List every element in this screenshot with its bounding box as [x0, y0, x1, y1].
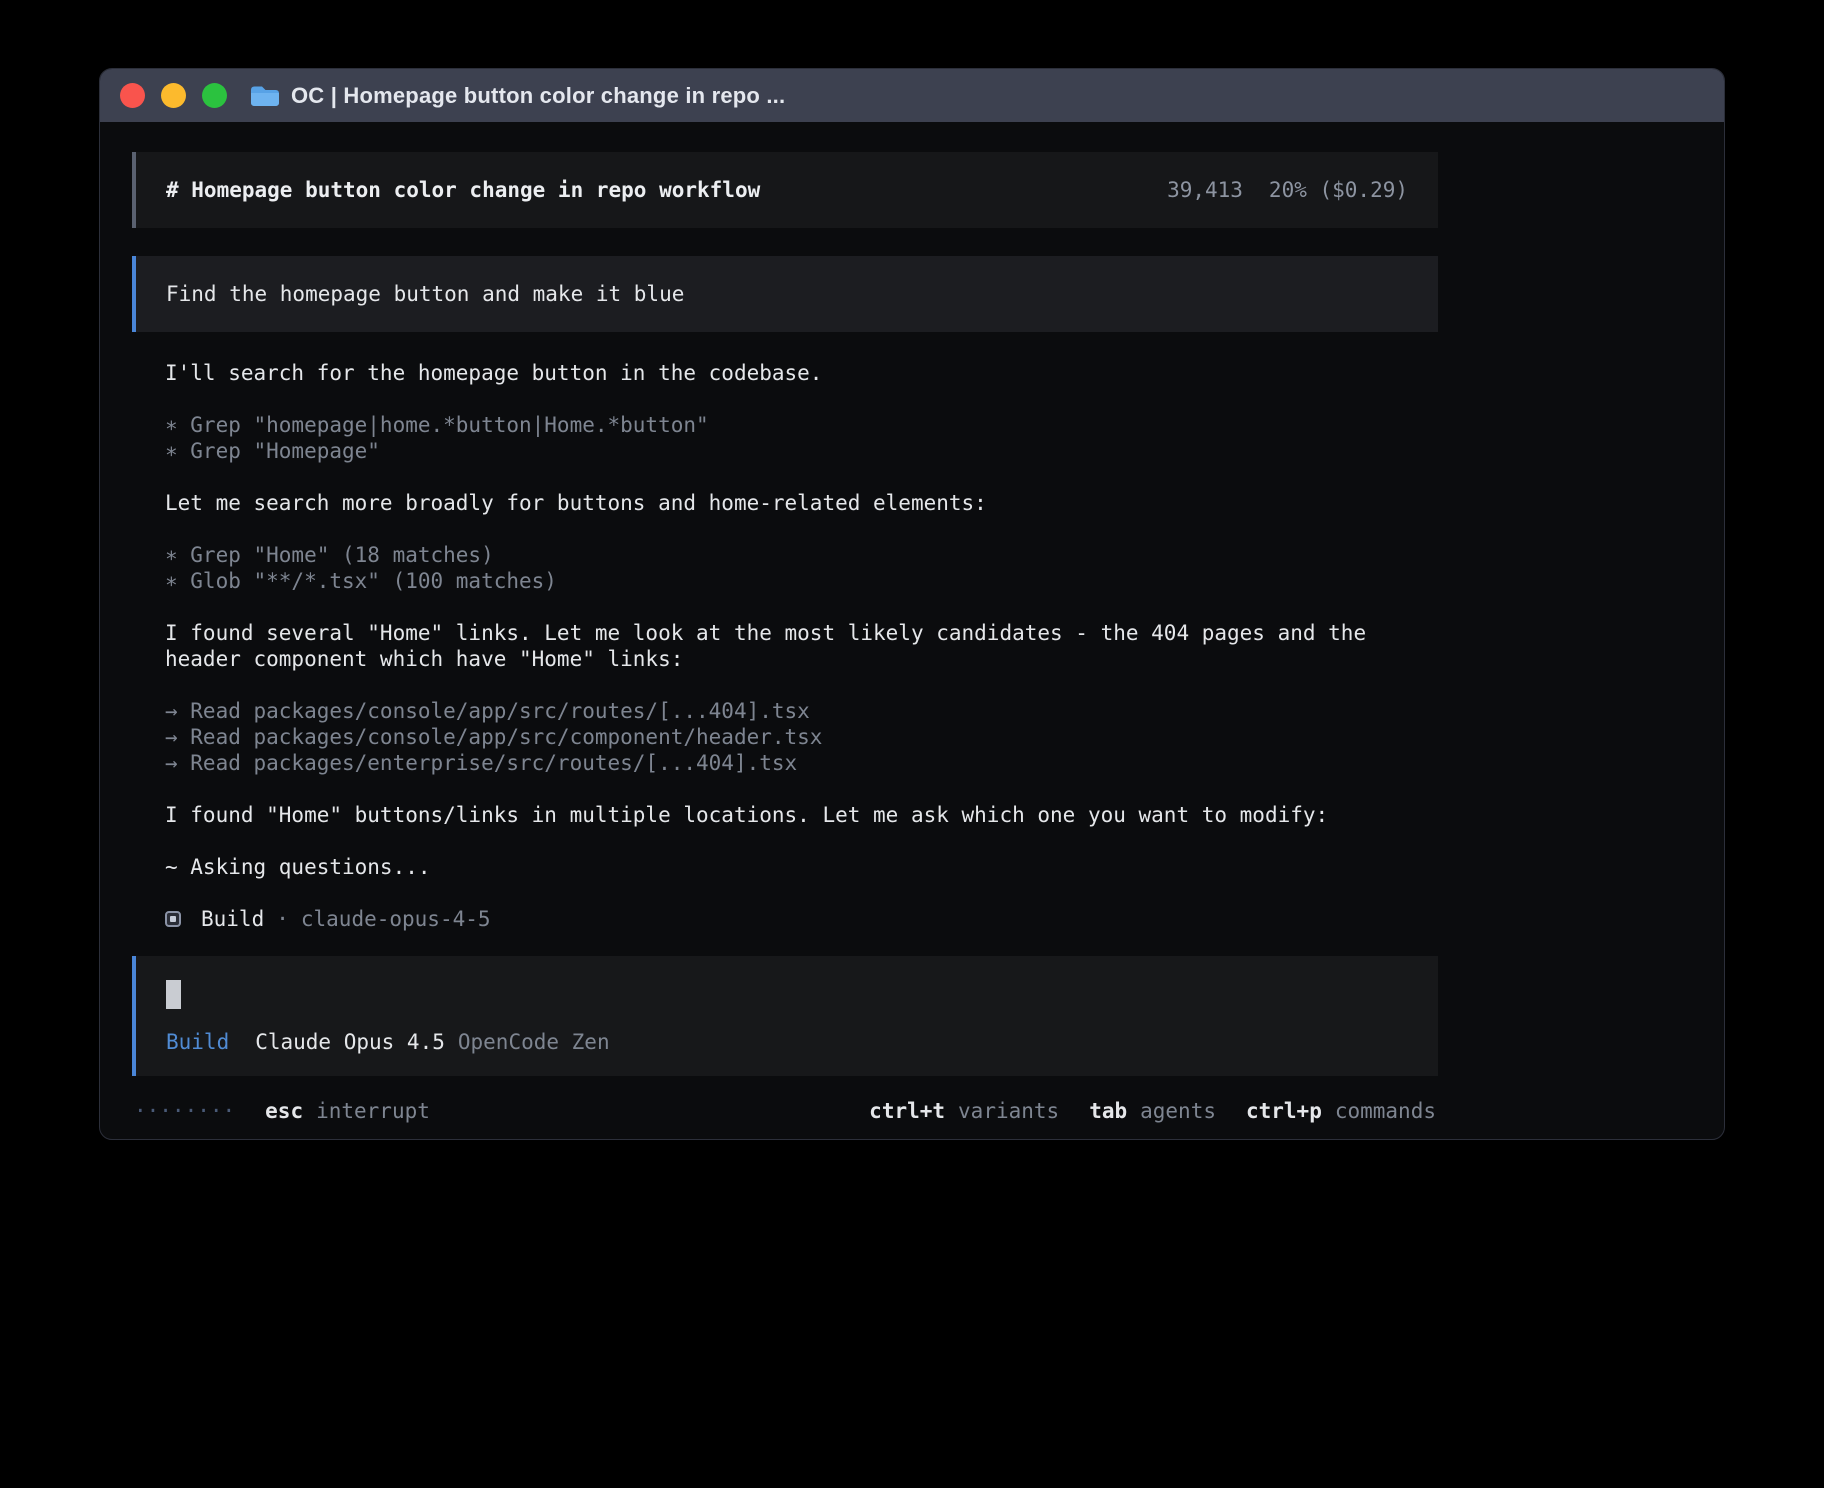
user-message-text: Find the homepage button and make it blu…: [166, 282, 684, 306]
tool-call-grep: ∗ Grep "Home" (18 matches): [165, 542, 1438, 568]
tool-calls: ∗ Grep "homepage|home.*button|Home.*butt…: [165, 412, 1438, 464]
esc-key-label: interrupt: [316, 1098, 430, 1124]
assistant-line: I found "Home" buttons/links in multiple…: [165, 802, 1438, 828]
session-header: # Homepage button color change in repo w…: [132, 152, 1438, 228]
tool-call-read: → Read packages/console/app/src/componen…: [165, 724, 1438, 750]
shortcut-agents: tab agents: [1059, 1098, 1216, 1124]
context-usage: 20% ($0.29): [1269, 178, 1408, 202]
window-title: OC | Homepage button color change in rep…: [291, 83, 785, 109]
shortcut-variants: ctrl+t variants: [869, 1098, 1059, 1124]
terminal-window: OC | Homepage button color change in rep…: [99, 68, 1725, 1140]
window-titlebar[interactable]: OC | Homepage button color change in rep…: [100, 69, 1724, 122]
agent-icon: [165, 911, 181, 927]
terminal-content: # Homepage button color change in repo w…: [100, 122, 1724, 1139]
tool-call-grep: ∗ Grep "Homepage": [165, 438, 1438, 464]
close-button[interactable]: [120, 83, 145, 108]
token-count: 39,413: [1167, 178, 1243, 202]
tool-calls: ∗ Grep "Home" (18 matches) ∗ Glob "**/*.…: [165, 542, 1438, 594]
input-model-label[interactable]: Claude Opus 4.5: [255, 1030, 445, 1054]
zoom-button[interactable]: [202, 83, 227, 108]
status-bar-left: ········ esc interrupt: [134, 1098, 430, 1124]
status-bar-right: ctrl+t variants tab agents ctrl+p commands: [869, 1098, 1436, 1124]
session-title: # Homepage button color change in repo w…: [166, 177, 760, 203]
status-bar: ········ esc interrupt ctrl+t variants ta…: [132, 1098, 1438, 1124]
shortcut-key: ctrl+p: [1246, 1099, 1322, 1123]
folder-icon: [249, 84, 279, 108]
assistant-text: I found several "Home" links. Let me loo…: [165, 620, 1438, 672]
tool-calls: → Read packages/console/app/src/routes/[…: [165, 698, 1438, 776]
tool-call-read: → Read packages/enterprise/src/routes/[.…: [165, 750, 1438, 776]
minimize-button[interactable]: [161, 83, 186, 108]
shortcut-key: ctrl+t: [869, 1099, 945, 1123]
input-provider-label: OpenCode Zen: [458, 1030, 610, 1054]
shortcut-label: agents: [1140, 1099, 1216, 1123]
traffic-lights: [120, 83, 227, 108]
assistant-text: Let me search more broadly for buttons a…: [165, 490, 1438, 516]
tool-call-read: → Read packages/console/app/src/routes/[…: [165, 698, 1438, 724]
assistant-line: I'll search for the homepage button in t…: [165, 360, 1438, 386]
assistant-line: Let me search more broadly for buttons a…: [165, 490, 1438, 516]
assistant-line: I found several "Home" links. Let me loo…: [165, 620, 1438, 646]
assistant-text: I'll search for the homepage button in t…: [165, 360, 1438, 386]
agent-info-line: Build · claude-opus-4-5: [165, 906, 1438, 932]
agent-name: Build: [201, 906, 264, 932]
assistant-line: header component which have "Home" links…: [165, 646, 1438, 672]
status-text: ~ Asking questions...: [165, 854, 1438, 880]
esc-key-hint: esc: [265, 1098, 303, 1124]
user-message: Find the homepage button and make it blu…: [132, 256, 1438, 332]
spinner-dots: ········: [134, 1098, 235, 1124]
input-agent-label[interactable]: Build: [166, 1030, 229, 1054]
tool-call-grep: ∗ Grep "homepage|home.*button|Home.*butt…: [165, 412, 1438, 438]
shortcut-key: tab: [1089, 1099, 1127, 1123]
tool-call-glob: ∗ Glob "**/*.tsx" (100 matches): [165, 568, 1438, 594]
text-cursor: [166, 980, 181, 1009]
asking-questions-status: ~ Asking questions...: [165, 854, 1438, 880]
agent-separator: ·: [276, 906, 289, 932]
shortcut-label: variants: [958, 1099, 1059, 1123]
input-meta: Build Claude Opus 4.5 OpenCode Zen: [166, 1029, 1408, 1055]
session-stats: 39,413 20% ($0.29): [1167, 177, 1408, 203]
shortcut-commands: ctrl+p commands: [1216, 1098, 1436, 1124]
prompt-input[interactable]: Build Claude Opus 4.5 OpenCode Zen: [132, 956, 1438, 1076]
assistant-text: I found "Home" buttons/links in multiple…: [165, 802, 1438, 828]
agent-model: claude-opus-4-5: [301, 906, 491, 932]
shortcut-label: commands: [1335, 1099, 1436, 1123]
